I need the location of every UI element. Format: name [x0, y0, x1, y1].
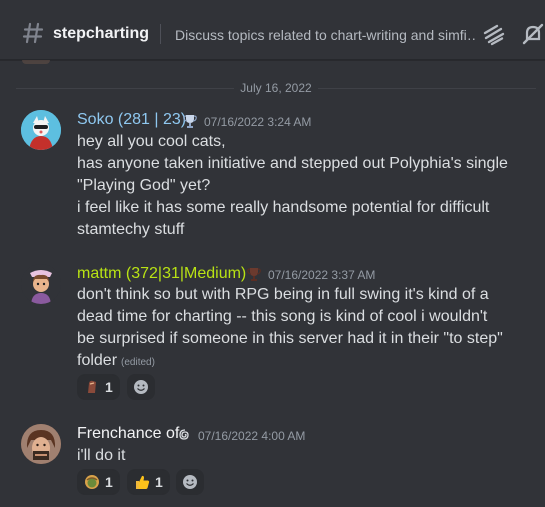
- message-line: stamtechy stuff: [77, 221, 185, 238]
- mute-bell-icon[interactable]: [521, 22, 545, 46]
- message-line: has anyone taken initiative and stepped …: [77, 155, 508, 172]
- spiral-icon: [179, 429, 189, 440]
- timestamp[interactable]: 07/16/2022 4:00 AM: [198, 429, 305, 443]
- username[interactable]: Frenchance of: [77, 425, 179, 443]
- message-line: i'll do it: [77, 447, 126, 464]
- threads-icon[interactable]: [482, 22, 506, 46]
- reaction-custom-emoji[interactable]: 1: [77, 469, 120, 495]
- reaction-count: 1: [155, 474, 163, 490]
- thumbs-up-icon: [136, 475, 150, 489]
- channel-name: stepcharting: [53, 25, 150, 42]
- message-line: folder (edited): [77, 350, 155, 374]
- date-divider: July 16, 2022: [0, 81, 545, 95]
- message-line-text: folder: [77, 352, 118, 369]
- header-divider: [160, 24, 161, 44]
- date-divider-text: July 16, 2022: [234, 81, 318, 95]
- trophy-icon: [247, 268, 261, 281]
- timestamp[interactable]: 07/16/2022 3:37 AM: [268, 268, 375, 282]
- channel-topic[interactable]: Discuss topics related to chart-writing …: [175, 27, 475, 43]
- add-reaction-button[interactable]: [176, 469, 204, 495]
- custom-emoji-icon: [85, 475, 99, 489]
- avatar[interactable]: [21, 264, 61, 304]
- previous-avatar-peek: [22, 60, 50, 64]
- message-line: i feel like it has some really handsome …: [77, 199, 490, 216]
- add-reaction-icon: [134, 380, 148, 394]
- username[interactable]: Soko (281 | 23): [77, 111, 186, 129]
- message-line: hey all you cool cats,: [77, 133, 226, 150]
- message-line: "Playing God" yet?: [77, 177, 211, 194]
- trophy-icon: [183, 115, 197, 128]
- message-line: don't think so but with RPG being in ful…: [77, 286, 489, 303]
- channel-header: stepcharting Discuss topics related to c…: [0, 0, 545, 60]
- custom-emoji-icon: [88, 380, 96, 393]
- timestamp[interactable]: 07/16/2022 3:24 AM: [204, 115, 311, 129]
- add-reaction-icon: [183, 475, 197, 489]
- edited-label: (edited): [121, 357, 155, 368]
- avatar[interactable]: [21, 110, 61, 150]
- message-line: dead time for charting -- this song is k…: [77, 308, 488, 325]
- message-line: be surprised if someone in this server h…: [77, 330, 503, 347]
- hash-icon: [22, 22, 44, 44]
- reaction-count: 1: [105, 379, 113, 395]
- add-reaction-button[interactable]: [127, 374, 155, 400]
- username[interactable]: mattm (372|31|Medium): [77, 265, 246, 283]
- reaction-count: 1: [105, 474, 113, 490]
- reaction-custom-emoji[interactable]: 1: [77, 374, 120, 400]
- reaction-thumbs-up[interactable]: 1: [127, 469, 170, 495]
- avatar[interactable]: [21, 424, 61, 464]
